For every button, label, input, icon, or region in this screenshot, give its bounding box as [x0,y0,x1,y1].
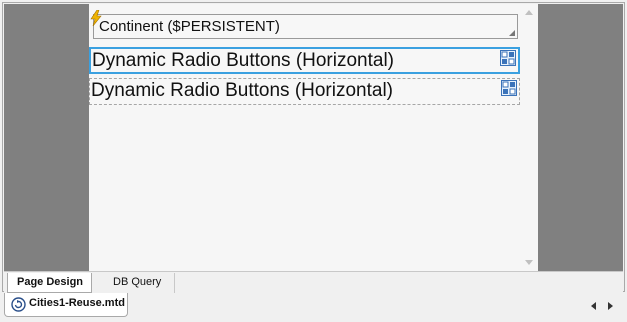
document-tab[interactable]: Cities1-Reuse.mtd [4,293,128,317]
designer-window: Continent ($PERSISTENT) Dynamic Radio Bu… [0,0,627,322]
radio-buttons-control-1[interactable]: Dynamic Radio Buttons (Horizontal) [89,47,520,74]
continent-combo[interactable]: Continent ($PERSISTENT) [93,14,518,39]
lightning-bolt-icon [90,10,102,26]
radio-group-icon [500,50,516,66]
document-tab-label: Cities1-Reuse.mtd [29,297,125,309]
tab-page-design[interactable]: Page Design [7,273,92,293]
radio-control-label: Dynamic Radio Buttons (Horizontal) [91,80,394,101]
resize-grip-icon[interactable] [509,30,515,36]
tab-scroll-left-icon[interactable] [591,302,596,310]
tab-scroll-right-icon[interactable] [608,302,613,310]
tab-db-query[interactable]: DB Query [93,273,175,293]
radio-buttons-control-2[interactable]: Dynamic Radio Buttons (Horizontal) [89,78,520,105]
document-tab-bar: Cities1-Reuse.mtd [0,293,627,322]
scroll-up-icon[interactable] [525,10,533,15]
combo-label: Continent ($PERSISTENT) [99,18,280,35]
page-canvas[interactable] [89,4,538,271]
view-tabs: Page Design DB Query [4,271,623,293]
vertical-scrollbar[interactable] [520,4,538,271]
scroll-down-icon[interactable] [525,260,533,265]
document-icon [11,297,26,312]
radio-group-icon [501,80,517,96]
radio-control-label: Dynamic Radio Buttons (Horizontal) [92,50,395,71]
